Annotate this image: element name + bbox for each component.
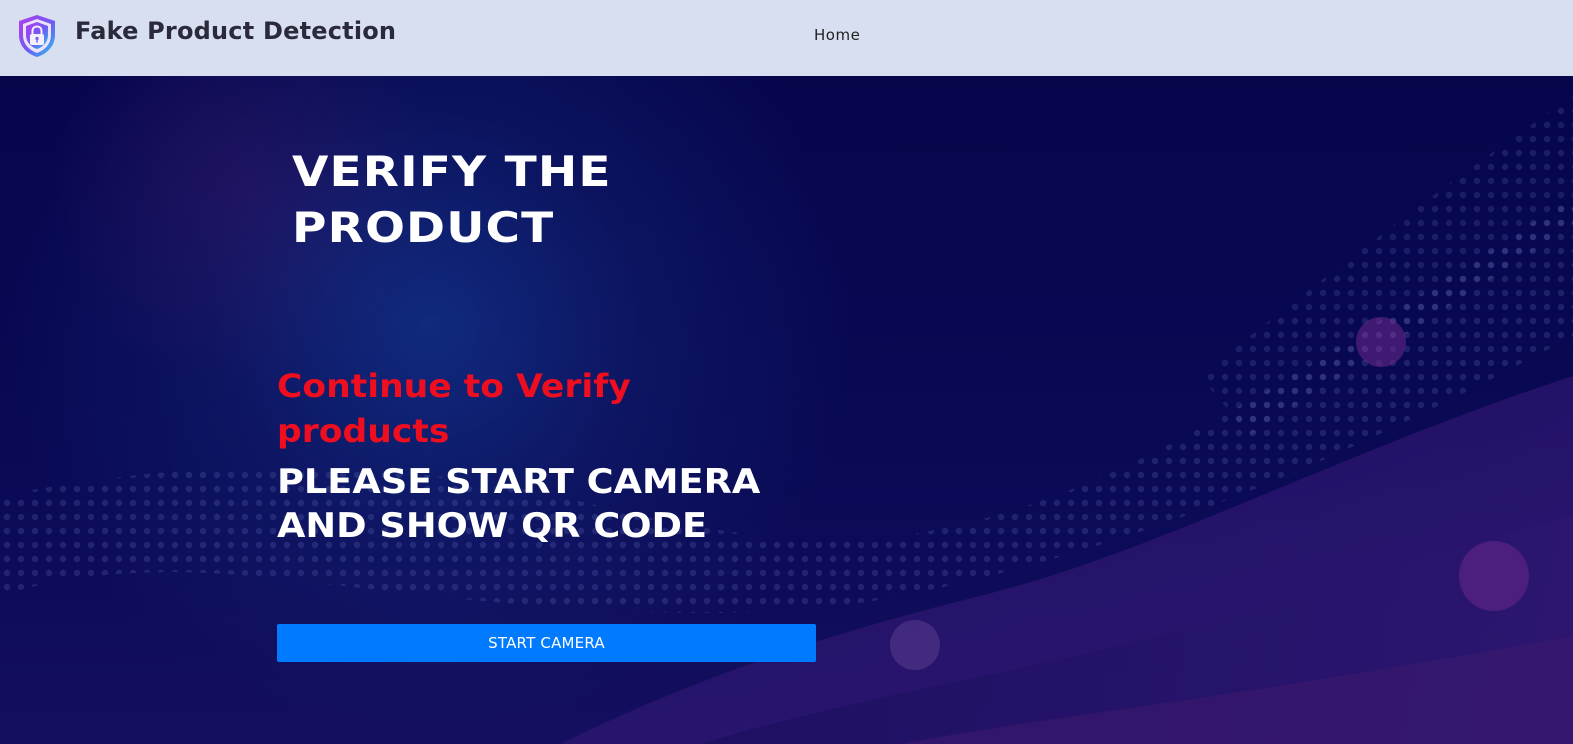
navbar: Fake Product Detection Home: [0, 0, 1573, 76]
start-camera-button[interactable]: START CAMERA: [277, 624, 816, 662]
verify-subtitle: Continue to Verify products: [277, 367, 631, 450]
camera-instruction: PLEASE START CAMERA AND SHOW QR CODE: [277, 462, 761, 546]
page-title: VERIFY THE PRODUCT: [292, 147, 612, 252]
nav-link-home[interactable]: Home: [814, 26, 860, 44]
hero-section: VERIFY THE PRODUCT Continue to Verify pr…: [0, 76, 1573, 744]
brand-title[interactable]: Fake Product Detection: [75, 17, 396, 45]
shield-lock-icon[interactable]: [16, 13, 58, 59]
